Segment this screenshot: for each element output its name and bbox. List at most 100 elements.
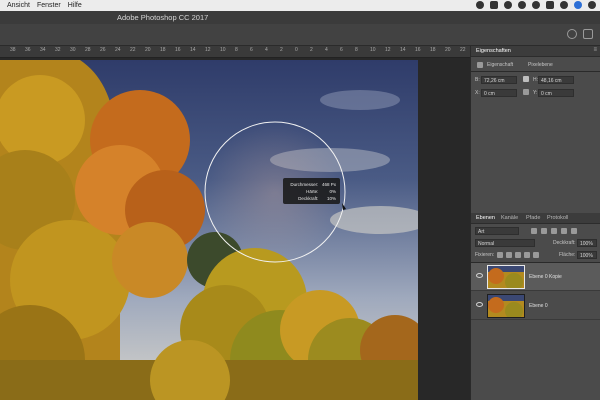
right-panel-column: Eigenschaften ≡ Eigenschaft Pixelebene B… xyxy=(470,46,600,400)
lock-label: Fixieren: xyxy=(475,252,495,258)
ruler-tick-label: 20 xyxy=(145,47,151,53)
height-field[interactable]: 48,16 cm xyxy=(538,76,574,84)
search-icon[interactable] xyxy=(560,1,568,9)
filter-shape-icon[interactable] xyxy=(561,228,567,234)
filter-adjust-icon[interactable] xyxy=(541,228,547,234)
hud-row-opacity: Deckkraft: 10% xyxy=(287,195,336,202)
hud-label: Deckkraft: xyxy=(298,196,319,201)
hud-label: Härte: xyxy=(306,189,319,194)
layer-thumbnail xyxy=(487,265,525,289)
ruler-tick-label: 0 xyxy=(295,47,298,53)
hud-label: Durchmesser: xyxy=(290,182,319,187)
opacity-field[interactable]: 100% xyxy=(577,239,597,247)
filter-label: Art xyxy=(478,229,485,235)
brush-info-hud: Durchmesser: 468 Px Härte: 0% Deckkraft:… xyxy=(283,178,340,204)
ruler-tick-label: 6 xyxy=(250,47,253,53)
cloud-icon[interactable] xyxy=(476,1,484,9)
ruler-tick-label: 22 xyxy=(130,47,136,53)
tab-history[interactable]: Protokoll xyxy=(547,215,568,221)
siri-icon[interactable] xyxy=(574,1,582,9)
filter-smart-icon[interactable] xyxy=(571,228,577,234)
width-field[interactable]: 72,26 cm xyxy=(481,76,517,84)
ruler-tick-label: 36 xyxy=(25,47,31,53)
x-label: X: xyxy=(475,90,480,96)
workspace-icon[interactable] xyxy=(583,29,593,39)
position-icon xyxy=(523,89,529,95)
y-field[interactable]: 0 cm xyxy=(538,89,574,97)
y-label: Y: xyxy=(533,90,538,96)
layer-name[interactable]: Ebene 0 xyxy=(529,303,548,309)
image-canvas[interactable]: Durchmesser: 468 Px Härte: 0% Deckkraft:… xyxy=(0,60,418,400)
ruler-tick-label: 34 xyxy=(40,47,46,53)
visibility-eye-icon[interactable] xyxy=(476,273,483,278)
ruler-tick-label: 14 xyxy=(400,47,406,53)
ruler-tick-label: 4 xyxy=(325,47,328,53)
ruler-tick-label: 26 xyxy=(100,47,106,53)
layer-thumbnail xyxy=(487,294,525,318)
layer-row-ebene-0[interactable]: Ebene 0 xyxy=(471,292,600,320)
panel-menu-icon[interactable]: ≡ xyxy=(593,47,597,53)
info-icon[interactable] xyxy=(518,1,526,9)
properties-tab-a[interactable]: Eigenschaft xyxy=(487,62,513,68)
opacity-label: Deckkraft: xyxy=(553,240,576,246)
horizontal-ruler: 38 36 34 32 30 28 26 24 22 20 18 16 14 12 10 8 6 4 2 0 2 4 6 8 1… xyxy=(0,46,470,58)
ruler-tick-label: 12 xyxy=(385,47,391,53)
ruler-tick-label: 22 xyxy=(460,47,466,53)
width-label: B: xyxy=(475,77,480,83)
x-field[interactable]: 0 cm xyxy=(481,89,517,97)
tab-paths[interactable]: Pfade xyxy=(526,215,540,221)
visibility-eye-icon[interactable] xyxy=(476,302,483,307)
hud-value: 0% xyxy=(329,189,336,194)
menu-fenster[interactable]: Fenster xyxy=(37,2,61,9)
layer-filter-select[interactable]: Art xyxy=(475,227,519,235)
app-title: Adobe Photoshop CC 2017 xyxy=(117,13,209,22)
tab-layers[interactable]: Ebenen xyxy=(476,215,495,221)
ruler-tick-label: 2 xyxy=(280,47,283,53)
lock-all-icon[interactable] xyxy=(533,252,539,258)
tab-channels[interactable]: Kanäle xyxy=(501,215,518,221)
properties-panel: Eigenschaft Pixelebene B: 72,26 cm H: 48… xyxy=(471,57,600,212)
ruler-tick-label: 16 xyxy=(415,47,421,53)
lock-paint-icon[interactable] xyxy=(506,252,512,258)
lock-artboard-icon[interactable] xyxy=(524,252,530,258)
menu-ansicht[interactable]: Ansicht xyxy=(7,2,30,9)
pixel-layer-icon xyxy=(477,62,483,68)
ruler-tick-label: 16 xyxy=(175,47,181,53)
tab-properties[interactable]: Eigenschaften xyxy=(476,48,511,54)
mac-menubar: Ansicht Fenster Hilfe xyxy=(0,0,600,11)
ruler-tick-label: 20 xyxy=(445,47,451,53)
fill-label: Fläche: xyxy=(559,252,576,258)
layer-row-ebene-0-kopie[interactable]: Ebene 0 Kopie xyxy=(471,263,600,291)
search-icon[interactable] xyxy=(567,29,577,39)
app-title-bar: Adobe Photoshop CC 2017 xyxy=(0,11,600,24)
control-center-icon[interactable] xyxy=(588,1,596,9)
document-area: 38 36 34 32 30 28 26 24 22 20 18 16 14 12 10 8 6 4 2 0 2 4 6 8 1… xyxy=(0,46,470,400)
layer-name[interactable]: Ebene 0 Kopie xyxy=(529,274,562,280)
wifi-icon[interactable] xyxy=(532,1,540,9)
lock-move-icon[interactable] xyxy=(515,252,521,258)
flux-icon[interactable] xyxy=(504,1,512,9)
blend-mode-select[interactable]: Normal xyxy=(475,239,535,247)
ruler-tick-label: 38 xyxy=(10,47,16,53)
link-chain-icon[interactable] xyxy=(523,76,529,82)
layers-panel: Ebenen Kanäle Pfade Protokoll Art Normal… xyxy=(471,213,600,400)
properties-tab-b[interactable]: Pixelebene xyxy=(528,62,553,68)
ruler-tick-label: 18 xyxy=(160,47,166,53)
filter-type-icon[interactable] xyxy=(551,228,557,234)
ruler-tick-label: 18 xyxy=(430,47,436,53)
ruler-tick-label: 8 xyxy=(235,47,238,53)
ruler-tick-label: 2 xyxy=(310,47,313,53)
ruler-tick-label: 10 xyxy=(220,47,226,53)
filter-pixel-icon[interactable] xyxy=(531,228,537,234)
ruler-tick-label: 14 xyxy=(190,47,196,53)
ruler-tick-label: 12 xyxy=(205,47,211,53)
options-bar xyxy=(0,24,600,46)
hud-row-diameter: Durchmesser: 468 Px xyxy=(287,181,336,188)
fill-field[interactable]: 100% xyxy=(577,251,597,259)
lock-pixels-icon[interactable] xyxy=(497,252,503,258)
battery-icon[interactable] xyxy=(546,1,554,9)
menu-hilfe[interactable]: Hilfe xyxy=(68,2,82,9)
record-icon[interactable] xyxy=(490,1,498,9)
properties-tabbar: Eigenschaften ≡ xyxy=(471,46,600,57)
ruler-tick-label: 10 xyxy=(370,47,376,53)
